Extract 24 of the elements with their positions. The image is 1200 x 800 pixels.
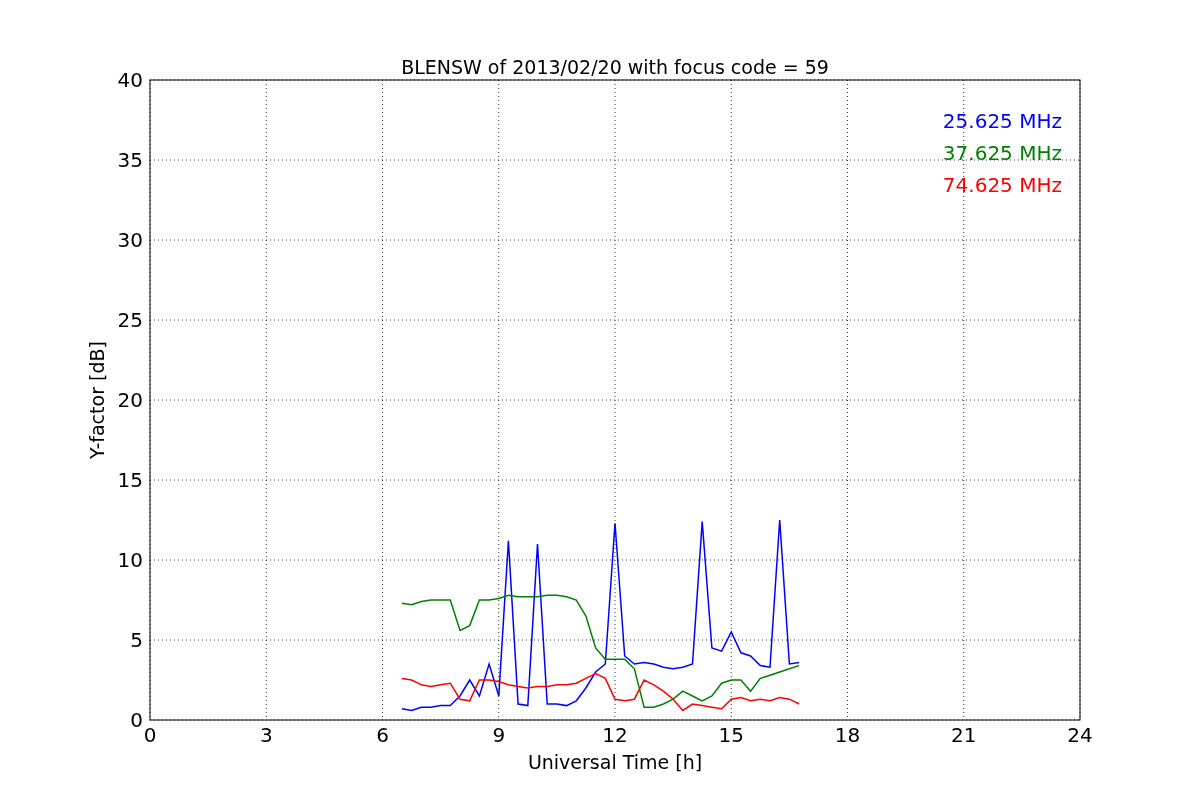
tick-label: 15: [117, 468, 143, 492]
tick-label: 0: [143, 723, 157, 747]
legend-entry: 37.625 MHz: [942, 141, 1062, 165]
legend-entry: 25.625 MHz: [942, 109, 1062, 133]
tick-label: 0: [130, 708, 143, 732]
tick-label: 35: [117, 148, 143, 172]
legend-entry: 74.625 MHz: [942, 173, 1062, 197]
tick-label: 10: [117, 548, 143, 572]
tick-label: 20: [117, 388, 143, 412]
chart-title: BLENSW of 2013/02/20 with focus code = 59: [401, 56, 829, 78]
tick-label: 12: [602, 723, 628, 747]
tick-label: 24: [1067, 723, 1093, 747]
tick-label: 6: [376, 723, 389, 747]
tick-label: 18: [834, 723, 861, 747]
tick-label: 25: [117, 308, 143, 332]
tick-label: 40: [117, 68, 143, 92]
tick-label: 21: [951, 723, 977, 747]
tick-label: 15: [718, 723, 744, 747]
tick-label: 30: [117, 228, 143, 252]
tick-label: 3: [259, 723, 273, 747]
axis-label: Y-factor [dB]: [86, 341, 108, 459]
axis-label: Universal Time [h]: [527, 751, 703, 773]
tick-label: 9: [492, 723, 506, 747]
tick-label: 5: [130, 628, 143, 652]
